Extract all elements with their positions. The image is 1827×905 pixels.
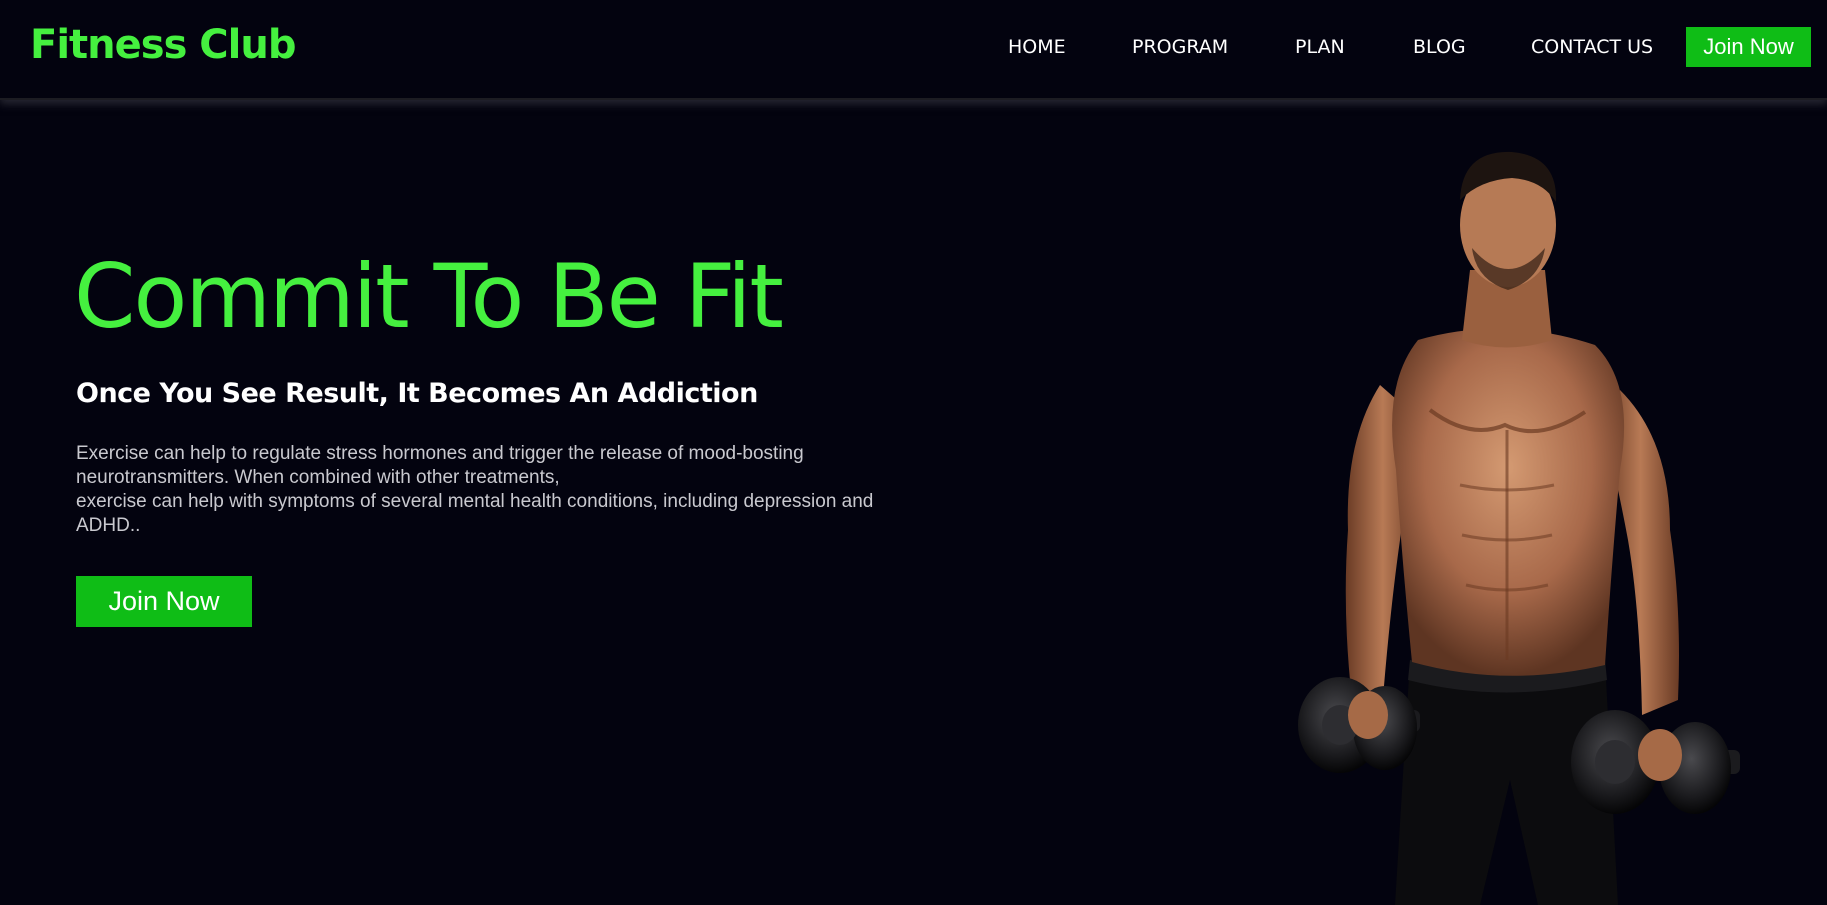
hero-join-now-button[interactable]: Join Now: [76, 576, 252, 627]
nav-join-now-button[interactable]: Join Now: [1686, 27, 1811, 67]
hero-description: Exercise can help to regulate stress hor…: [76, 442, 936, 538]
nav-links: HOME PROGRAM PLAN BLOG CONTACT US: [0, 0, 1827, 98]
hero-subtitle: Once You See Result, It Becomes An Addic…: [76, 378, 758, 409]
navbar: Fitness Club HOME PROGRAM PLAN BLOG CONT…: [0, 0, 1827, 100]
hero-description-line: ADHD..: [76, 515, 141, 536]
hero-section: Commit To Be Fit Once You See Result, It…: [0, 100, 1827, 905]
nav-link-home[interactable]: HOME: [1008, 36, 1066, 58]
hero-image-muscular-man: [1298, 151, 1740, 905]
nav-link-blog[interactable]: BLOG: [1413, 36, 1466, 58]
hero-description-line: neurotransmitters. When combined with ot…: [76, 467, 560, 488]
hero-description-line: exercise can help with symptoms of sever…: [76, 491, 874, 512]
nav-link-plan[interactable]: PLAN: [1295, 36, 1345, 58]
hero-description-line: Exercise can help to regulate stress hor…: [76, 443, 804, 464]
nav-link-contact-us[interactable]: CONTACT US: [1531, 36, 1653, 58]
hero-title: Commit To Be Fit: [74, 245, 784, 348]
nav-link-program[interactable]: PROGRAM: [1132, 36, 1228, 58]
